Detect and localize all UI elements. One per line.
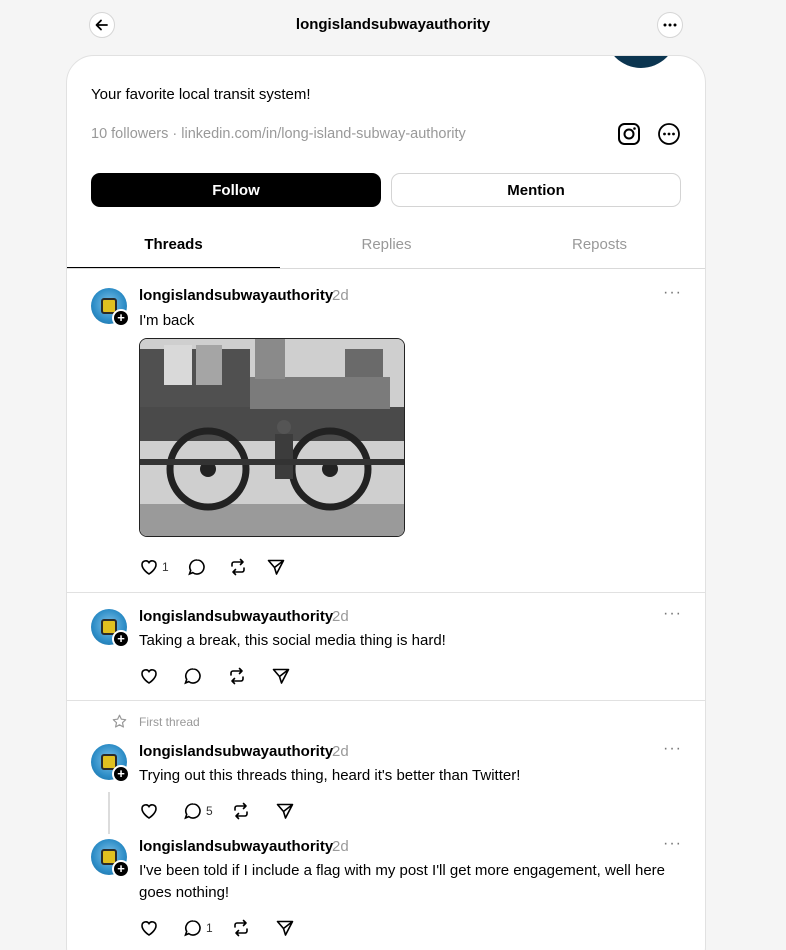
post: + longislandsubwayauthority 2d ··· I'm b… xyxy=(67,270,705,593)
post-time: 2d xyxy=(332,743,349,760)
share-button[interactable] xyxy=(266,557,286,577)
post-username[interactable]: longislandsubwayauthority xyxy=(139,838,333,855)
followers-count[interactable]: 10 followers xyxy=(91,126,168,142)
tab-threads[interactable]: Threads xyxy=(67,224,280,268)
reply-button[interactable]: 5 xyxy=(183,801,213,821)
post-actions: 1 xyxy=(139,557,304,577)
post-time: 2d xyxy=(332,838,349,855)
post-text: Taking a break, this social media thing … xyxy=(139,632,446,649)
send-icon xyxy=(267,559,284,575)
follow-plus-icon[interactable]: + xyxy=(112,630,130,648)
tab-reposts[interactable]: Reposts xyxy=(493,224,705,268)
locomotive-image xyxy=(140,339,404,536)
post: + longislandsubwayauthority 2d ··· Tryin… xyxy=(67,729,705,829)
heart-icon xyxy=(141,560,157,575)
repost-icon xyxy=(233,802,248,820)
repost-icon xyxy=(233,919,248,937)
post-time: 2d xyxy=(332,287,349,304)
more-options-button[interactable] xyxy=(657,12,683,38)
follow-button[interactable]: Follow xyxy=(91,173,381,207)
share-button[interactable] xyxy=(275,801,295,821)
tab-replies[interactable]: Replies xyxy=(280,224,493,268)
reply-button[interactable] xyxy=(183,666,203,686)
repost-icon xyxy=(230,558,245,576)
share-button[interactable] xyxy=(271,666,291,686)
send-icon xyxy=(276,803,293,819)
comment-icon xyxy=(184,668,201,685)
post-more-button[interactable]: ··· xyxy=(663,284,682,302)
post-more-button[interactable]: ··· xyxy=(663,740,682,758)
mention-button[interactable]: Mention xyxy=(391,173,681,207)
avatar[interactable]: + xyxy=(91,288,130,327)
instagram-button[interactable] xyxy=(617,122,641,151)
like-button[interactable] xyxy=(139,918,159,938)
follow-plus-icon[interactable]: + xyxy=(112,309,130,327)
thread-connector-line xyxy=(108,792,110,834)
post-username[interactable]: longislandsubwayauthority xyxy=(139,743,333,760)
comment-icon xyxy=(184,803,201,820)
post-time: 2d xyxy=(332,608,349,625)
first-thread-text: First thread xyxy=(139,714,200,729)
post-text: I'm back xyxy=(139,312,195,329)
repost-button[interactable] xyxy=(231,918,251,938)
like-button[interactable] xyxy=(139,666,159,686)
ellipsis-circle-icon xyxy=(658,123,680,145)
first-thread-label: First thread xyxy=(112,714,200,729)
heart-icon xyxy=(141,804,157,819)
post-actions: 5 xyxy=(139,801,313,821)
post-actions: 1 xyxy=(139,918,313,938)
ellipsis-icon xyxy=(663,23,677,27)
profile-meta: 10 followers · linkedin.com/in/long-isla… xyxy=(91,126,466,142)
profile-link[interactable]: linkedin.com/in/long-island-subway-autho… xyxy=(181,126,466,142)
reply-button[interactable]: 1 xyxy=(183,918,213,938)
send-icon xyxy=(276,920,293,936)
send-icon xyxy=(272,668,290,684)
post-more-button[interactable]: ··· xyxy=(663,605,682,623)
share-button[interactable] xyxy=(275,918,295,938)
meta-separator: · xyxy=(172,126,178,142)
profile-card: Your favorite local transit system! 10 f… xyxy=(66,55,706,950)
post-image-locomotive[interactable] xyxy=(139,338,405,537)
reply-count: 1 xyxy=(206,921,213,935)
reply-count: 5 xyxy=(206,804,213,818)
repost-button[interactable] xyxy=(227,666,247,686)
profile-tabs: Threads Replies Reposts xyxy=(67,224,705,269)
heart-icon xyxy=(141,921,157,936)
profile-bio: Your favorite local transit system! xyxy=(91,86,311,103)
profile-more-button[interactable] xyxy=(657,122,681,151)
post-actions xyxy=(139,666,309,686)
avatar[interactable]: + xyxy=(91,609,130,648)
instagram-icon xyxy=(618,123,640,145)
repost-icon xyxy=(230,667,244,685)
post-username[interactable]: longislandsubwayauthority xyxy=(139,287,333,304)
top-bar: longislandsubwayauthority xyxy=(0,0,786,52)
heart-icon xyxy=(141,669,157,684)
repost-button[interactable] xyxy=(231,801,251,821)
like-count: 1 xyxy=(162,560,169,574)
post: + longislandsubwayauthority 2d ··· Takin… xyxy=(67,593,705,701)
like-button[interactable] xyxy=(139,801,159,821)
post-username[interactable]: longislandsubwayauthority xyxy=(139,608,333,625)
post: + longislandsubwayauthority 2d ··· I've … xyxy=(67,829,705,950)
avatar[interactable]: + xyxy=(91,839,130,878)
post-text: Trying out this threads thing, heard it'… xyxy=(139,767,521,784)
avatar[interactable]: + xyxy=(91,744,130,783)
comment-icon xyxy=(184,920,201,937)
post-more-button[interactable]: ··· xyxy=(663,835,682,853)
post-text: I've been told if I include a flag with … xyxy=(139,862,666,901)
like-button[interactable]: 1 xyxy=(139,557,169,577)
follow-plus-icon[interactable]: + xyxy=(112,765,130,783)
follow-plus-icon[interactable]: + xyxy=(112,860,130,878)
comment-icon xyxy=(187,559,205,576)
repost-button[interactable] xyxy=(228,557,248,577)
star-icon xyxy=(112,714,127,728)
reply-button[interactable] xyxy=(187,557,210,577)
profile-avatar xyxy=(605,56,677,68)
